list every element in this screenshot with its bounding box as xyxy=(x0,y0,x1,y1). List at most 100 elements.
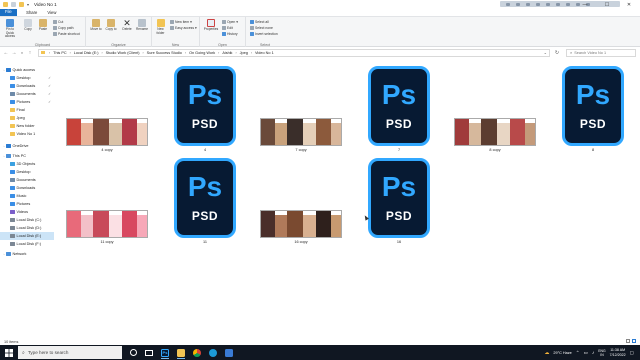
up-button[interactable]: ↑ xyxy=(26,49,34,57)
copy-path-button[interactable]: Copy path xyxy=(53,26,73,30)
close-button[interactable]: ✕ xyxy=(618,0,640,9)
tab-view[interactable]: View xyxy=(42,9,61,16)
edge-icon[interactable] xyxy=(206,346,220,359)
sidebar-item[interactable]: Final xyxy=(0,106,54,114)
breadcrumb[interactable]: Local Disk (E:) xyxy=(74,51,99,55)
jpeg-file-item[interactable]: 7 copy xyxy=(256,66,346,152)
photos-icon[interactable] xyxy=(222,346,236,359)
jpeg-file-item[interactable]: 16 copy xyxy=(256,158,346,244)
paste-shortcut-button[interactable]: Paste shortcut xyxy=(53,32,80,36)
details-view-icon[interactable] xyxy=(626,339,630,343)
breadcrumb[interactable]: Jpeg xyxy=(240,51,248,55)
breadcrumb[interactable]: Studio Work (Client) xyxy=(106,51,140,55)
volume-icon[interactable]: ♪ xyxy=(592,350,594,355)
weather-text[interactable]: 29°C Haze xyxy=(553,351,571,355)
sidebar-item[interactable]: Local Disk (D:) xyxy=(0,224,54,232)
sidebar-item[interactable]: Pictures ✓ xyxy=(0,98,54,106)
sidebar-item[interactable]: › Quick access xyxy=(0,66,54,74)
breadcrumb[interactable]: On Going Work xyxy=(189,51,215,55)
jpeg-file-item[interactable]: 8 copy xyxy=(450,66,540,152)
invert-selection-button[interactable]: Invert selection xyxy=(250,32,278,36)
system-tray: ☁ 29°C Haze ⌃ ▭ ♪ ENG IN 11:38 AM 7/12/2… xyxy=(544,345,640,360)
breadcrumb[interactable]: Video No 1 xyxy=(255,51,274,55)
language-indicator[interactable]: ENG IN xyxy=(598,349,605,357)
chevron-down-icon[interactable]: ⌄ xyxy=(544,50,547,55)
taskbar-search-input[interactable]: ⌕ Type here to search xyxy=(18,346,122,359)
new-folder-icon[interactable] xyxy=(19,2,24,7)
easy-access-button[interactable]: Easy access ▾ xyxy=(170,26,197,30)
clock[interactable]: 11:38 AM 7/12/2022 xyxy=(610,348,626,357)
chevron-up-icon[interactable]: ⌃ xyxy=(576,350,580,356)
sidebar-item[interactable]: Videos xyxy=(0,208,54,216)
search-input[interactable]: ⌕ Search Video No 1 xyxy=(566,48,636,57)
file-explorer-icon[interactable] xyxy=(174,346,188,359)
cortana-icon[interactable] xyxy=(126,346,140,359)
breadcrumb[interactable]: Sure Success Studio xyxy=(147,51,182,55)
sidebar-item[interactable]: Desktop ✓ xyxy=(0,74,54,82)
network-icon[interactable]: ▭ xyxy=(584,350,588,356)
sidebar-item[interactable]: Documents ✓ xyxy=(0,90,54,98)
psd-file-item[interactable]: Ps PSD 8 xyxy=(548,66,638,152)
refresh-button[interactable]: ↻ xyxy=(553,49,561,57)
rename-button[interactable]: Rename xyxy=(135,19,149,32)
select-none-button[interactable]: Select none xyxy=(250,26,273,30)
sidebar-item[interactable]: 3D Objects xyxy=(0,160,54,168)
address-bar[interactable]: › This PC › Local Disk (E:) › Studio Work … xyxy=(38,48,550,57)
cut-button[interactable]: Cut xyxy=(53,20,63,24)
chrome-icon[interactable] xyxy=(190,346,204,359)
sidebar-item[interactable]: Music xyxy=(0,192,54,200)
sidebar-item[interactable]: Downloads ✓ xyxy=(0,82,54,90)
start-button[interactable] xyxy=(0,345,18,360)
pin-quick-access-button[interactable]: Pin to Quick access xyxy=(2,19,18,39)
edit-button[interactable]: Edit xyxy=(222,26,233,30)
sidebar-item[interactable]: › This PC xyxy=(0,152,54,160)
properties-button[interactable]: Properties xyxy=(202,19,220,32)
jpeg-file-item[interactable]: 11 copy xyxy=(62,158,152,244)
large-icons-view-icon[interactable] xyxy=(632,339,636,343)
forward-button[interactable]: → xyxy=(10,49,18,57)
minimize-button[interactable]: — xyxy=(574,0,596,9)
breadcrumb[interactable]: This PC xyxy=(53,51,67,55)
sidebar-item[interactable]: Desktop xyxy=(0,168,54,176)
psd-file-item[interactable]: Ps PSD 16 xyxy=(354,158,444,244)
delete-button[interactable]: ✕ Delete xyxy=(120,19,134,32)
sidebar-item[interactable]: New folder xyxy=(0,122,54,130)
properties-icon[interactable] xyxy=(11,2,16,7)
sidebar-item[interactable]: Documents xyxy=(0,176,54,184)
move-to-button[interactable]: Move to xyxy=(89,19,103,32)
sidebar-item[interactable]: Pictures xyxy=(0,200,54,208)
maximize-button[interactable]: ☐ xyxy=(596,0,618,9)
sidebar-item[interactable]: › OneDrive xyxy=(0,142,54,150)
back-button[interactable]: ← xyxy=(2,49,10,57)
new-item-button[interactable]: New item ▾ xyxy=(170,20,192,24)
sidebar-item[interactable]: Local Disk (C:) xyxy=(0,216,54,224)
photoshop-icon[interactable]: Ps xyxy=(158,346,172,359)
photoshop-file-icon: Ps PSD xyxy=(174,158,236,238)
recent-dropdown[interactable]: ▾ xyxy=(18,49,26,57)
tab-file[interactable]: File xyxy=(0,9,17,16)
tab-share[interactable]: Share xyxy=(21,9,42,16)
sidebar-item[interactable]: Jpeg xyxy=(0,114,54,122)
jpeg-file-item[interactable]: 4 copy xyxy=(62,66,152,152)
sidebar-item[interactable]: Downloads xyxy=(0,184,54,192)
select-all-button[interactable]: Select all xyxy=(250,20,269,24)
paste-button[interactable]: Paste xyxy=(37,19,49,32)
notification-icon[interactable]: ▢ xyxy=(630,350,634,356)
psd-file-item[interactable]: Ps PSD 7 xyxy=(354,66,444,152)
breadcrumb[interactable]: Aishik xyxy=(222,51,232,55)
sidebar-item[interactable]: › Network xyxy=(0,250,54,258)
drive-icon xyxy=(10,226,15,230)
psd-file-item[interactable]: Ps PSD 11 xyxy=(160,158,250,244)
copy-button[interactable]: Copy xyxy=(22,19,34,32)
task-view-icon[interactable] xyxy=(142,346,156,359)
open-button[interactable]: Open ▾ xyxy=(222,20,238,24)
sidebar-item[interactable]: Video No 1 xyxy=(0,130,54,138)
history-button[interactable]: History xyxy=(222,32,238,36)
weather-icon[interactable]: ☁ xyxy=(544,350,549,356)
sidebar-item[interactable]: Local Disk (F:) xyxy=(0,240,54,248)
new-folder-button[interactable]: New folder xyxy=(154,19,167,35)
psd-file-item[interactable]: Ps PSD 4 xyxy=(160,66,250,152)
chevron-down-icon[interactable]: ▾ xyxy=(27,2,29,7)
copy-to-button[interactable]: Copy to xyxy=(104,19,118,32)
sidebar-item[interactable]: Local Disk (E:) xyxy=(0,232,54,240)
